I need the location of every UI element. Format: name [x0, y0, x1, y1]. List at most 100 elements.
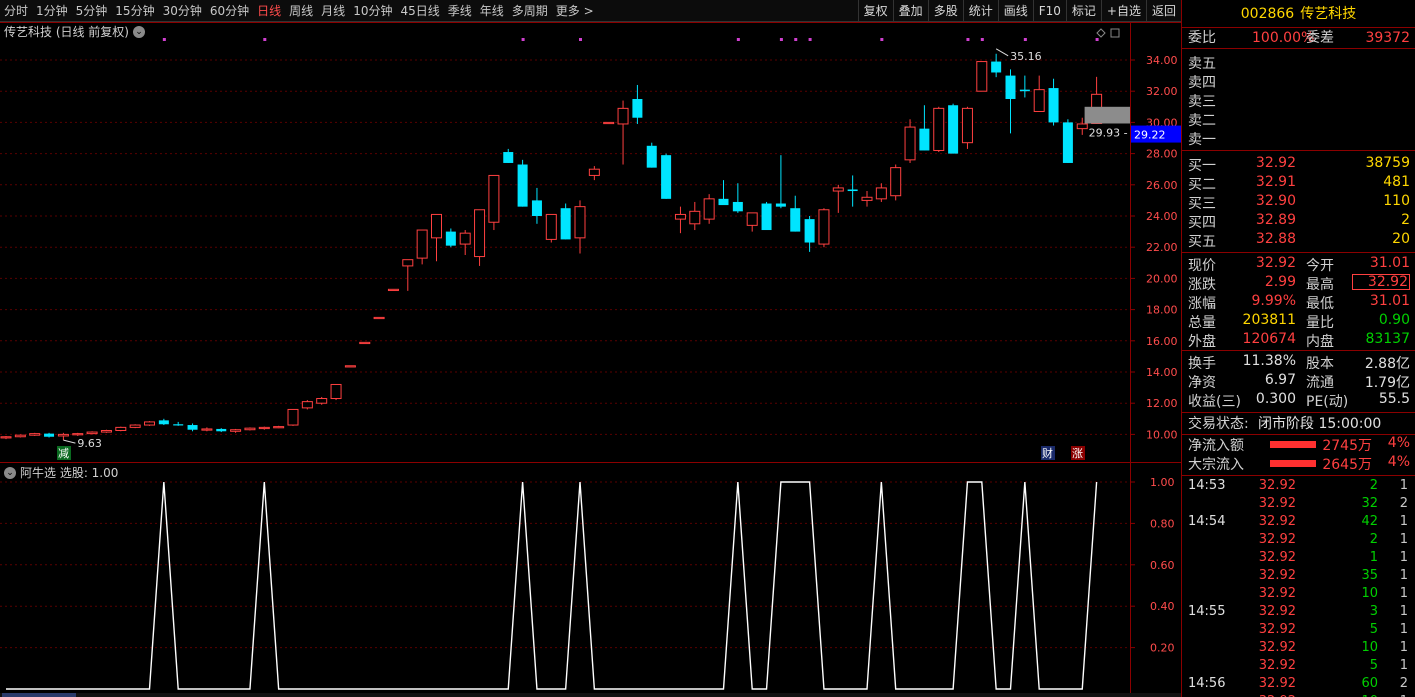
sell-label: 卖二	[1188, 113, 1216, 129]
buy-row: 买三 32.90 110	[1182, 193, 1415, 212]
quote-value: 83137	[1365, 331, 1410, 347]
candle-body	[517, 164, 528, 207]
chevron-down-icon[interactable]: ⌄	[4, 466, 16, 479]
tick-price: 32.92	[1258, 568, 1296, 583]
quote-key: 量比	[1306, 315, 1334, 331]
buy-volume: 2	[1401, 212, 1410, 228]
price-tick-label: 16.00	[1146, 335, 1178, 348]
signal-dot	[579, 38, 582, 41]
candle-body	[746, 212, 758, 226]
stats-key: 净资	[1188, 375, 1216, 391]
tick-price: 32.92	[1258, 586, 1296, 601]
tick-row: 32.92 1 1	[1182, 550, 1415, 568]
indicator-tick-label: 0.80	[1150, 517, 1175, 530]
sell-row: 卖一	[1182, 129, 1415, 148]
buy-label: 买一	[1188, 158, 1216, 174]
quote-row: 涨幅 9.99% 最低 31.01	[1182, 293, 1415, 312]
buy-row: 买四 32.89 2	[1182, 212, 1415, 231]
tick-volume: 35	[1361, 568, 1378, 583]
tick-row: 32.92 2 1	[1182, 532, 1415, 550]
candle-body	[344, 365, 356, 368]
candle-body	[115, 426, 127, 432]
tick-row: 32.92 10 1	[1182, 640, 1415, 658]
price-tick-label: 28.00	[1146, 148, 1178, 161]
candle-body	[359, 341, 371, 345]
buy-price: 32.88	[1255, 231, 1296, 247]
candle-body	[689, 210, 701, 225]
quote-value: 31.01	[1369, 293, 1410, 309]
tick-count: 1	[1399, 550, 1408, 565]
candle-body	[1005, 75, 1016, 99]
tick-count: 1	[1399, 640, 1408, 655]
candle-body	[29, 433, 41, 436]
low-marker-line	[63, 439, 76, 444]
quote-value: 2.99	[1264, 274, 1296, 290]
indicator-tick-label: 1.00	[1150, 476, 1175, 489]
chart-title: 传艺科技 (日线 前复权) ⌄	[4, 23, 145, 40]
sell-label: 卖四	[1188, 75, 1216, 91]
price-tick-label: 22.00	[1146, 241, 1178, 254]
quote-block: 现价 32.92 今开 31.01 涨跌 2.99 最高 32.92 涨幅 9.99% 最低 31.0…	[1182, 253, 1415, 351]
stats-key: 流通	[1306, 375, 1334, 391]
indicator-title-text: 阿牛选 选股: 1.00	[20, 466, 119, 480]
candle-body	[632, 99, 643, 118]
buy-row: 买二 32.91 481	[1182, 174, 1415, 193]
tick-price: 32.92	[1258, 514, 1296, 529]
tick-volume: 10	[1361, 640, 1378, 655]
chevron-down-icon[interactable]: ⌄	[133, 25, 145, 38]
weicha-value: 39372	[1365, 30, 1410, 46]
candle-body	[416, 229, 428, 259]
candle-body	[330, 383, 342, 400]
flow-row: 净流入额 2745万 4%	[1182, 435, 1415, 454]
candle-body	[790, 208, 801, 232]
quote-value: 32.92	[1255, 255, 1296, 271]
signal-dot	[1095, 38, 1099, 41]
buy-label: 买四	[1188, 215, 1216, 231]
candle-body	[661, 155, 672, 199]
scrollbar	[0, 693, 1181, 697]
indicator-line	[6, 481, 1098, 690]
quote-key: 现价	[1188, 258, 1216, 274]
buy-label: 买二	[1188, 177, 1216, 193]
tick-count: 2	[1399, 676, 1408, 691]
stats-value: 2.88亿	[1364, 356, 1410, 372]
candle-body	[1033, 89, 1045, 112]
candle-body	[187, 425, 198, 430]
price-tick-label: 26.00	[1146, 179, 1178, 192]
tick-volume: 5	[1369, 658, 1378, 673]
signal-dot	[808, 38, 812, 41]
flow-amount: 2745万	[1322, 438, 1372, 454]
candle-body	[0, 436, 12, 439]
candle-body	[703, 198, 715, 220]
quote-key: 内盘	[1306, 334, 1334, 350]
indicator-tick-label: 0.20	[1150, 642, 1175, 655]
candle-body	[100, 430, 112, 433]
quote-value: 0.90	[1378, 312, 1410, 328]
candle-body	[244, 427, 256, 431]
weibi-row: 委比 100.00% 委差 39372	[1182, 28, 1415, 49]
range-box	[1084, 106, 1130, 124]
candle-body	[144, 421, 155, 426]
buy-price: 32.91	[1255, 174, 1296, 190]
tick-time: 14:54	[1188, 514, 1226, 529]
candle-body	[832, 187, 844, 192]
price-tick-label: 34.00	[1146, 54, 1178, 67]
candle-body	[531, 200, 542, 216]
tick-volume: 2	[1369, 478, 1378, 493]
kline-chart[interactable]: 34.0032.0030.0028.0026.0024.0022.0020.00…	[0, 0, 1181, 697]
sell-label: 卖五	[1188, 56, 1216, 72]
stats-row: 净资 6.97 流通 1.79亿	[1182, 372, 1415, 391]
candle-body	[948, 105, 959, 154]
stats-value: 0.300	[1255, 391, 1296, 407]
price-tick-label: 32.00	[1146, 85, 1178, 98]
flow-row: 大宗流入 2645万 4%	[1182, 454, 1415, 473]
high-marker-line	[995, 48, 1009, 57]
sell-label: 卖三	[1188, 94, 1216, 110]
candle-body	[14, 434, 26, 438]
candle-body	[1076, 123, 1088, 130]
signal-dot	[794, 38, 798, 41]
tick-price: 32.92	[1258, 658, 1296, 673]
candle-body	[1048, 88, 1059, 123]
buy-label: 买五	[1188, 234, 1216, 250]
tick-time: 14:55	[1188, 604, 1226, 619]
